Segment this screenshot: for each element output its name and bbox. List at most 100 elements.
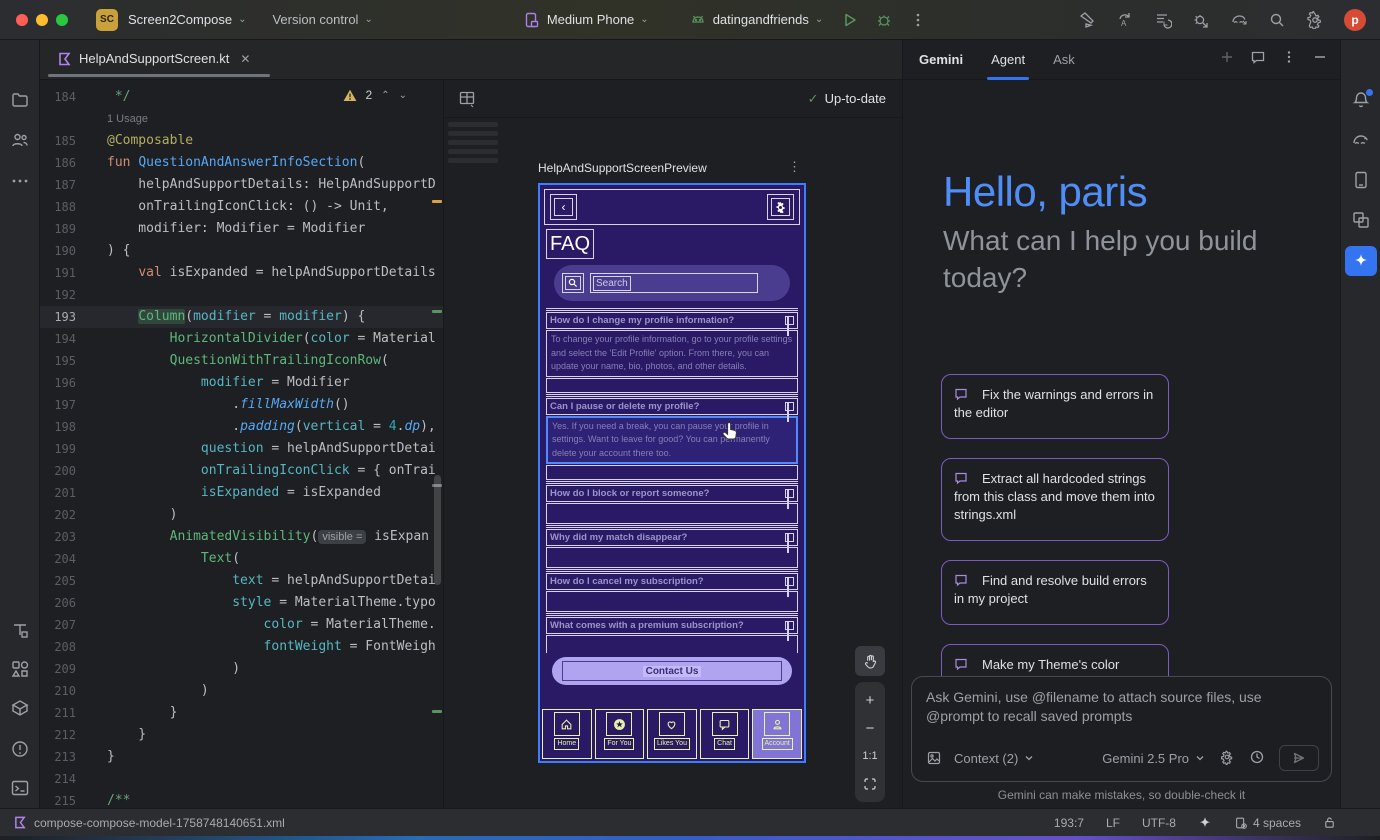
expand-icon[interactable] <box>785 577 794 586</box>
code-line[interactable]: 195 QuestionWithTrailingIconRow( <box>40 350 443 372</box>
project-selector[interactable]: Screen2Compose⌄ <box>128 12 246 27</box>
gemini-status-icon[interactable] <box>1198 816 1212 830</box>
code-line[interactable]: 204 Text( <box>40 548 443 570</box>
file-encoding[interactable]: UTF-8 <box>1142 816 1176 830</box>
version-control-menu[interactable]: Version control⌄ <box>272 12 372 27</box>
code-line[interactable]: 192 <box>40 284 443 306</box>
code-line[interactable]: 190) { <box>40 240 443 262</box>
panel-options-icon[interactable] <box>1281 49 1297 70</box>
code-line[interactable]: 194 HorizontalDivider(color = Material <box>40 328 443 350</box>
code-line[interactable]: 196 modifier = Modifier <box>40 372 443 394</box>
pan-tool-button[interactable] <box>855 646 885 676</box>
code-line[interactable]: 186fun QuestionAndAnswerInfoSection( <box>40 152 443 174</box>
run-configuration-selector[interactable]: datingandfriends⌄ <box>689 11 824 29</box>
zoom-out-button[interactable]: − <box>858 716 882 740</box>
code-line[interactable]: 191 val isExpanded = helpAndSupportDetai… <box>40 262 443 284</box>
code-line[interactable]: 205 text = helpAndSupportDetai <box>40 570 443 592</box>
gradle-tool-icon[interactable] <box>1351 130 1371 150</box>
faq-question[interactable]: How do I change my profile information? <box>546 312 798 329</box>
more-tool-windows-icon[interactable] <box>10 171 30 191</box>
faq-answer[interactable]: Yes. If you need a break, you can pause … <box>546 416 798 465</box>
tab-helpandsupportscreen[interactable]: HelpAndSupportScreen.kt ✕ <box>48 40 260 77</box>
change-marker[interactable] <box>432 310 442 313</box>
code-line[interactable]: 199 question = helpAndSupportDetai <box>40 438 443 460</box>
minimize-window-button[interactable] <box>36 14 48 26</box>
close-tab-icon[interactable]: ✕ <box>240 52 250 66</box>
next-problem-icon[interactable]: ⌄ <box>399 90 407 101</box>
project-tool-icon[interactable] <box>10 90 30 110</box>
new-chat-icon[interactable] <box>1219 49 1235 70</box>
send-button[interactable] <box>1279 745 1319 771</box>
compose-ui-tool-icon[interactable] <box>10 620 30 640</box>
code-line[interactable]: 212 } <box>40 724 443 746</box>
device-manager-tool-icon[interactable] <box>1351 170 1371 190</box>
editor-scrollbar[interactable] <box>434 475 441 585</box>
faq-question[interactable]: How do I block or report someone? <box>546 485 798 502</box>
nav-item-home[interactable]: Home <box>542 709 592 759</box>
code-line[interactable]: 215/** <box>40 790 443 808</box>
attach-debugger-icon[interactable] <box>1192 11 1210 29</box>
faq-question[interactable]: Can I pause or delete my profile? <box>546 398 798 415</box>
code-line[interactable]: 202 ) <box>40 504 443 526</box>
model-selector[interactable]: Gemini 2.5 Pro <box>1102 751 1205 766</box>
code-line[interactable]: 187 helpAndSupportDetails: HelpAndSuppor… <box>40 174 443 196</box>
layout-inspector-tool-icon[interactable] <box>1351 210 1371 230</box>
back-button[interactable]: ‹ <box>550 194 577 220</box>
previous-problem-icon[interactable]: ⌃ <box>381 90 389 101</box>
gradle-sync-icon[interactable] <box>1230 11 1248 29</box>
prompt-history-icon[interactable] <box>1249 749 1265 768</box>
nav-item-account[interactable]: Account <box>752 709 802 759</box>
code-line[interactable]: 189 modifier: Modifier = Modifier <box>40 218 443 240</box>
terminal-tool-icon[interactable] <box>10 778 30 798</box>
code-line[interactable]: 188 onTrailingIconClick: () -> Unit, <box>40 196 443 218</box>
user-avatar[interactable]: p <box>1344 9 1366 31</box>
resource-manager-tool-icon[interactable] <box>10 659 30 679</box>
code-line[interactable]: 193 Column(modifier = modifier) { <box>40 306 443 328</box>
expand-icon[interactable] <box>785 489 794 498</box>
gemini-tool-button[interactable] <box>1345 246 1377 276</box>
code-line[interactable]: 203 AnimatedVisibility(visible = isExpan <box>40 526 443 548</box>
gemini-input-box[interactable]: Ask Gemini, use @filename to attach sour… <box>911 676 1332 782</box>
code-line[interactable]: 200 onTrailingIconClick = { onTrai <box>40 460 443 482</box>
status-file[interactable]: compose-compose-model-1758748140651.xml <box>14 816 285 830</box>
tab-agent[interactable]: Agent <box>991 40 1025 80</box>
code-line[interactable]: 197 .fillMaxWidth() <box>40 394 443 416</box>
preview-options-icon[interactable]: ⋮ <box>788 159 801 175</box>
code-line[interactable]: 213} <box>40 746 443 768</box>
zoom-to-fit-button[interactable] <box>858 772 882 796</box>
build-run-icon[interactable] <box>1078 11 1096 29</box>
run-button[interactable] <box>841 11 859 29</box>
inspection-widget[interactable]: 2 ⌃ ⌄ <box>343 88 407 102</box>
expand-icon[interactable] <box>785 621 794 630</box>
settings-icon[interactable] <box>1306 11 1324 29</box>
suggestion-card[interactable]: Extract all hardcoded strings from this … <box>941 458 1169 541</box>
preview-layout-icon[interactable] <box>458 90 476 108</box>
indent-setting[interactable]: 4 spaces <box>1234 816 1301 830</box>
nav-item-likes-you[interactable]: Likes You <box>647 709 697 759</box>
code-editor[interactable]: 184 */1 Usage185@Composable186fun Questi… <box>40 80 443 808</box>
code-line[interactable]: 207 color = MaterialTheme. <box>40 614 443 636</box>
zoom-actual-size-button[interactable]: 1:1 <box>858 744 882 768</box>
apply-changes-icon[interactable]: A <box>1116 11 1134 29</box>
expand-icon[interactable] <box>785 402 794 411</box>
apply-code-changes-icon[interactable] <box>1154 11 1172 29</box>
close-window-button[interactable] <box>16 14 28 26</box>
attach-image-icon[interactable] <box>926 750 942 766</box>
faq-question[interactable]: Why did my match disappear? <box>546 529 798 546</box>
maximize-window-button[interactable] <box>56 14 68 26</box>
lock-icon[interactable] <box>1323 816 1336 829</box>
notifications-bell-icon[interactable] <box>1351 90 1371 110</box>
code-line[interactable]: 210 ) <box>40 680 443 702</box>
cursor-position[interactable]: 193:7 <box>1054 816 1084 830</box>
chat-history-icon[interactable] <box>1250 49 1266 70</box>
search-input[interactable]: Search <box>590 273 758 293</box>
faq-answer[interactable]: To change your profile information, go t… <box>546 330 798 377</box>
expand-icon[interactable] <box>785 533 794 542</box>
build-tool-icon[interactable] <box>10 698 30 718</box>
tab-ask[interactable]: Ask <box>1053 40 1075 80</box>
zoom-in-button[interactable]: + <box>858 688 882 712</box>
code-line[interactable]: 201 isExpanded = isExpanded <box>40 482 443 504</box>
code-line[interactable]: 206 style = MaterialTheme.typo <box>40 592 443 614</box>
search-everywhere-icon[interactable] <box>1268 11 1286 29</box>
expand-icon[interactable] <box>785 316 794 325</box>
